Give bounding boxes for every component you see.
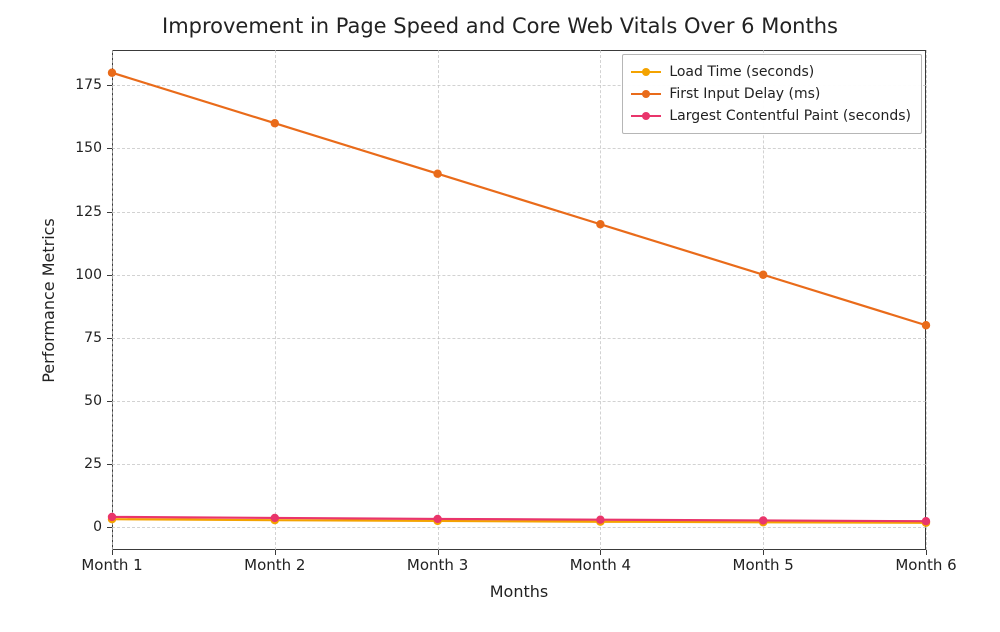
gridline-v <box>926 50 927 550</box>
x-tick-label: Month 6 <box>895 556 956 574</box>
figure: Improvement in Page Speed and Core Web V… <box>0 0 1000 632</box>
y-tick-label: 0 <box>42 519 102 535</box>
x-tick <box>763 550 764 555</box>
y-tick-label: 150 <box>42 140 102 156</box>
series-marker <box>596 515 604 523</box>
series-marker <box>433 170 441 178</box>
x-tick-label: Month 4 <box>570 556 631 574</box>
y-tick-label: 75 <box>42 330 102 346</box>
y-tick-label: 100 <box>42 267 102 283</box>
legend-label: Load Time (seconds) <box>669 64 814 80</box>
x-tick-label: Month 5 <box>733 556 794 574</box>
legend-label: First Input Delay (ms) <box>669 86 820 102</box>
y-axis-label: Performance Metrics <box>38 50 58 550</box>
legend: Load Time (seconds) First Input Delay (ms… <box>622 54 922 134</box>
chart-title: Improvement in Page Speed and Core Web V… <box>0 14 1000 38</box>
y-tick-label: 50 <box>42 393 102 409</box>
y-tick-label: 25 <box>42 456 102 472</box>
series-marker <box>108 69 116 77</box>
series-marker <box>922 517 930 525</box>
legend-entry: Largest Contentful Paint (seconds) <box>631 105 911 127</box>
legend-entry: Load Time (seconds) <box>631 61 911 83</box>
legend-swatch <box>631 65 661 79</box>
y-tick-label: 125 <box>42 204 102 220</box>
series-marker <box>271 119 279 127</box>
series-marker <box>108 513 116 521</box>
series-marker <box>922 321 930 329</box>
x-tick <box>112 550 113 555</box>
series-marker <box>433 515 441 523</box>
x-tick <box>438 550 439 555</box>
x-tick-label: Month 1 <box>81 556 142 574</box>
legend-swatch <box>631 87 661 101</box>
plot-area: Load Time (seconds) First Input Delay (ms… <box>112 50 926 550</box>
legend-entry: First Input Delay (ms) <box>631 83 911 105</box>
legend-label: Largest Contentful Paint (seconds) <box>669 108 911 124</box>
series-marker <box>759 516 767 524</box>
series-marker <box>596 220 604 228</box>
y-tick-label: 175 <box>42 77 102 93</box>
series-marker <box>271 514 279 522</box>
x-tick-label: Month 2 <box>244 556 305 574</box>
x-tick <box>275 550 276 555</box>
series-marker <box>759 271 767 279</box>
x-tick-label: Month 3 <box>407 556 468 574</box>
x-axis-label: Months <box>112 582 926 601</box>
x-tick <box>600 550 601 555</box>
legend-swatch <box>631 109 661 123</box>
x-tick <box>926 550 927 555</box>
